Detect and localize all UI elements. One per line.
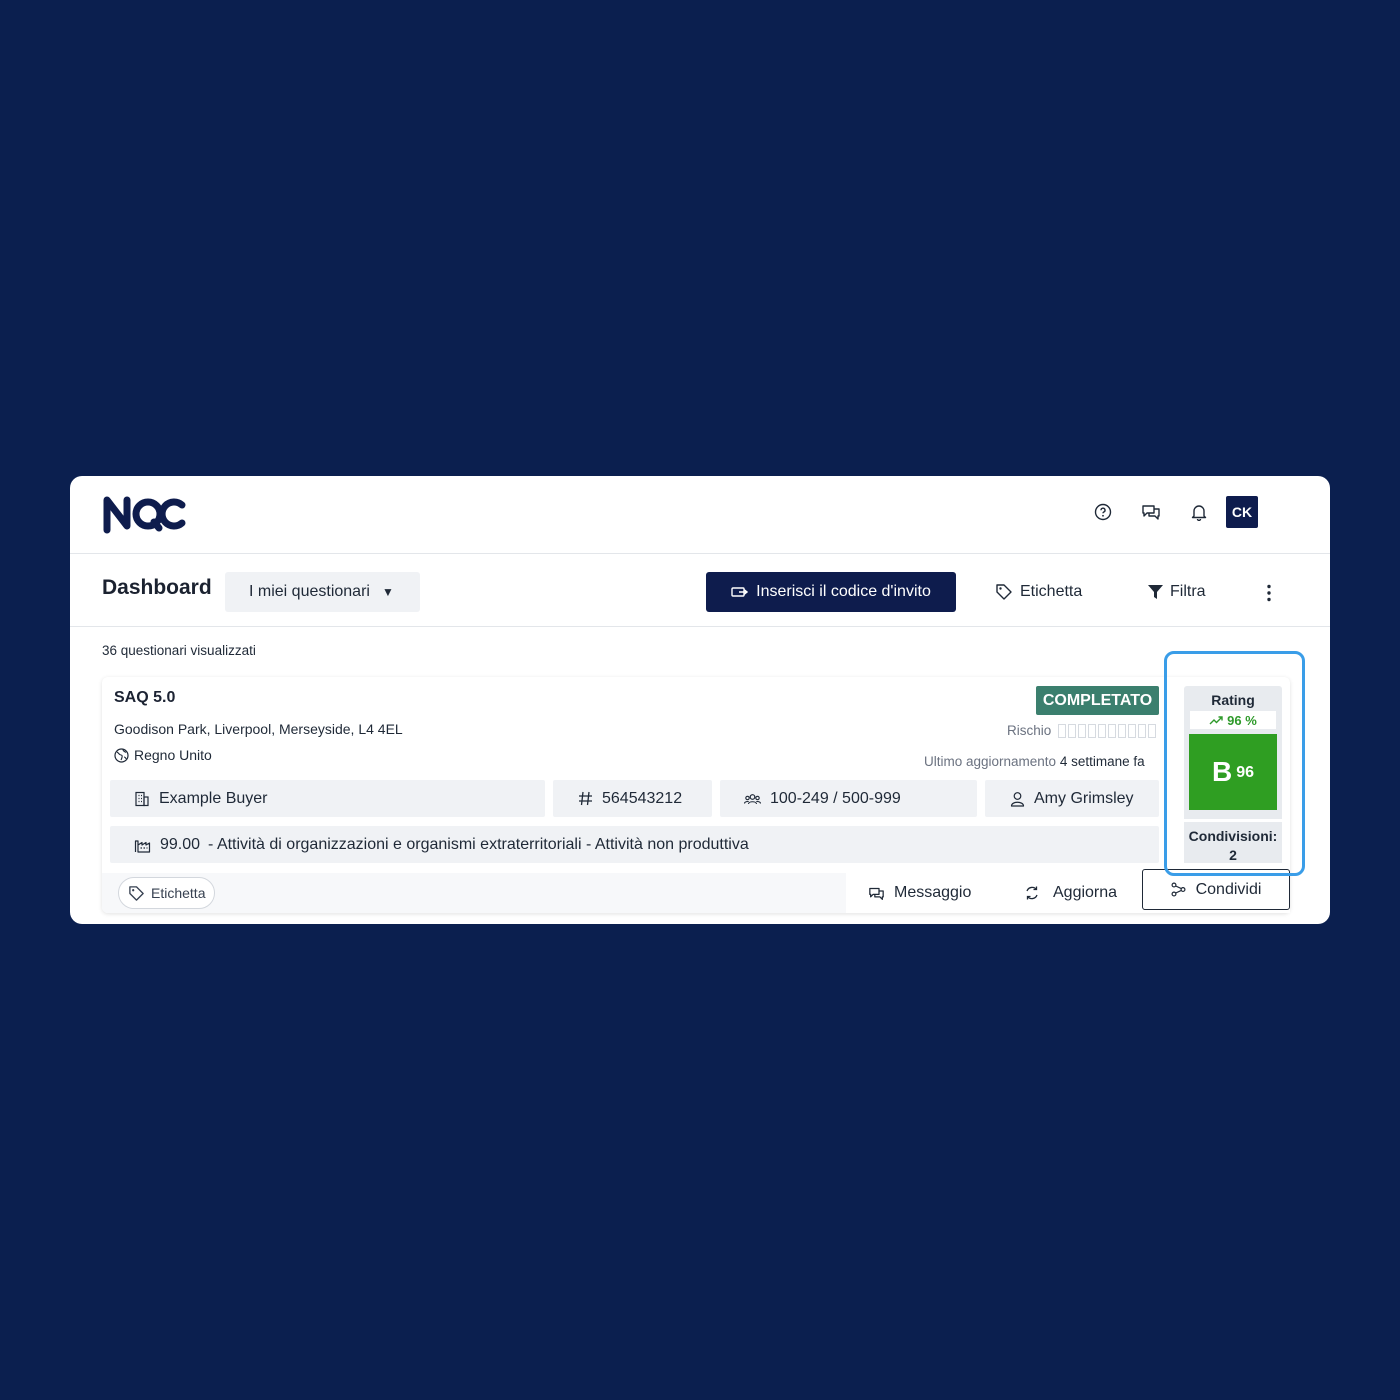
add-label-pill[interactable]: Etichetta [118, 877, 216, 909]
contact-name: Amy Grimsley [1034, 789, 1134, 807]
filter-button-text: Filtra [1170, 583, 1206, 600]
share-button-label: Condividi [1195, 880, 1262, 898]
nqc-logo[interactable] [101, 492, 187, 534]
invite-code-icon [731, 587, 749, 597]
card-actions: Messaggio Aggiorna Condividi [846, 869, 1290, 913]
message-button[interactable]: Messaggio [868, 873, 971, 913]
employee-range: 100-249 / 500-999 [770, 789, 901, 807]
dropdown-label: I miei questionari [249, 583, 370, 600]
rating-panel[interactable]: Rating 96 % B 96 [1184, 686, 1282, 822]
contact-chip: Amy Grimsley [985, 780, 1159, 817]
tag-icon [996, 584, 1012, 600]
risk-bar [1088, 723, 1097, 738]
country-label: Regno Unito [134, 747, 212, 763]
questionnaire-title: SAQ 5.0 [114, 689, 176, 706]
invite-button-label: Inserisci il codice d'invito [756, 583, 931, 600]
risk-label: Rischio [1007, 723, 1052, 738]
risk-bars [1058, 723, 1158, 738]
risk-bar [1058, 723, 1067, 738]
chat-icon [869, 887, 884, 900]
user-icon [1010, 791, 1025, 807]
industry-description: - Attività di organizzazioni e organismi… [208, 835, 749, 853]
app-window: CK Dashboard I miei questionari ▼ Inseri… [70, 476, 1330, 924]
rating-grade: B [1211, 756, 1233, 787]
shares-count-box: Condivisioni: 2 [1184, 819, 1282, 863]
risk-bar [1138, 723, 1147, 738]
factory-icon [134, 839, 151, 853]
risk-bar [1108, 723, 1117, 738]
hash-icon [579, 791, 592, 806]
bell-icon[interactable] [1188, 501, 1210, 523]
card-footer: Etichetta Messaggio Aggiorna Condividi [102, 869, 1290, 913]
dashboard-header: Dashboard I miei questionari ▼ Inserisci… [70, 554, 1330, 627]
id-number: 564543212 [602, 789, 683, 807]
label-button[interactable]: Etichetta [995, 572, 1082, 612]
id-number-chip: 564543212 [553, 780, 712, 817]
risk-bar [1128, 723, 1137, 738]
industry-chip: 99.00 - Attività di organizzazioni e org… [110, 826, 1159, 863]
chat-icon[interactable] [1140, 501, 1162, 523]
refresh-button-label: Aggiorna [1053, 884, 1118, 901]
risk-bar [1068, 723, 1077, 738]
risk-bar [1098, 723, 1107, 738]
supplier-address: Goodison Park, Liverpool, Merseyside, L4… [114, 721, 403, 737]
risk-bar [1118, 723, 1127, 738]
questionnaire-count: 36 questionari visualizzati [102, 643, 256, 658]
employees-chip: 100-249 / 500-999 [720, 780, 977, 817]
user-avatar[interactable]: CK [1226, 496, 1258, 528]
globe-icon [114, 747, 129, 763]
tag-icon [129, 885, 144, 901]
label-pill-text: Etichetta [151, 885, 206, 901]
filter-icon [1148, 585, 1163, 599]
last-updated-value: 4 settimane fa [1059, 754, 1145, 769]
last-updated-label: Ultimo aggiornamento [924, 754, 1057, 769]
more-options-icon[interactable] [1256, 580, 1282, 606]
caret-down-icon: ▼ [381, 585, 394, 599]
share-icon [1171, 882, 1186, 897]
risk-indicator: Rischio [1007, 723, 1158, 738]
supplier-country: Regno Unito [114, 747, 212, 763]
refresh-icon [1026, 886, 1038, 900]
rating-trend: 96 % [1190, 711, 1276, 729]
message-button-label: Messaggio [894, 884, 972, 901]
enter-invite-code-button[interactable]: Inserisci il codice d'invito [706, 572, 956, 612]
help-icon[interactable] [1092, 501, 1114, 523]
top-bar: CK [70, 476, 1330, 554]
page-title: Dashboard [102, 576, 212, 599]
last-updated: Ultimo aggiornamento 4 settimane fa [924, 754, 1145, 769]
buyer-name: Example Buyer [159, 789, 268, 807]
buyer-chip: Example Buyer [110, 780, 545, 817]
label-button-text: Etichetta [1020, 583, 1083, 600]
rating-grade-tile: B 96 [1189, 734, 1277, 810]
industry-code: 99.00 [160, 835, 201, 853]
building-icon [135, 791, 149, 806]
rating-score: 96 [1236, 764, 1255, 781]
risk-bar [1078, 723, 1087, 738]
questionnaire-card[interactable]: SAQ 5.0 Goodison Park, Liverpool, Mersey… [102, 677, 1290, 913]
trend-up-icon [1209, 716, 1223, 725]
status-badge: COMPLETATO [1036, 686, 1159, 715]
filter-button[interactable]: Filtra [1148, 572, 1206, 612]
rating-trend-value: 96 % [1227, 712, 1257, 728]
shares-label: Condivisioni: [1188, 828, 1278, 844]
users-icon [744, 793, 761, 804]
questionnaire-view-dropdown[interactable]: I miei questionari ▼ [225, 572, 420, 612]
risk-bar [1148, 723, 1157, 738]
rating-label: Rating [1211, 692, 1255, 708]
refresh-button[interactable]: Aggiorna [1024, 873, 1117, 913]
shares-count: 2 [1229, 847, 1237, 863]
